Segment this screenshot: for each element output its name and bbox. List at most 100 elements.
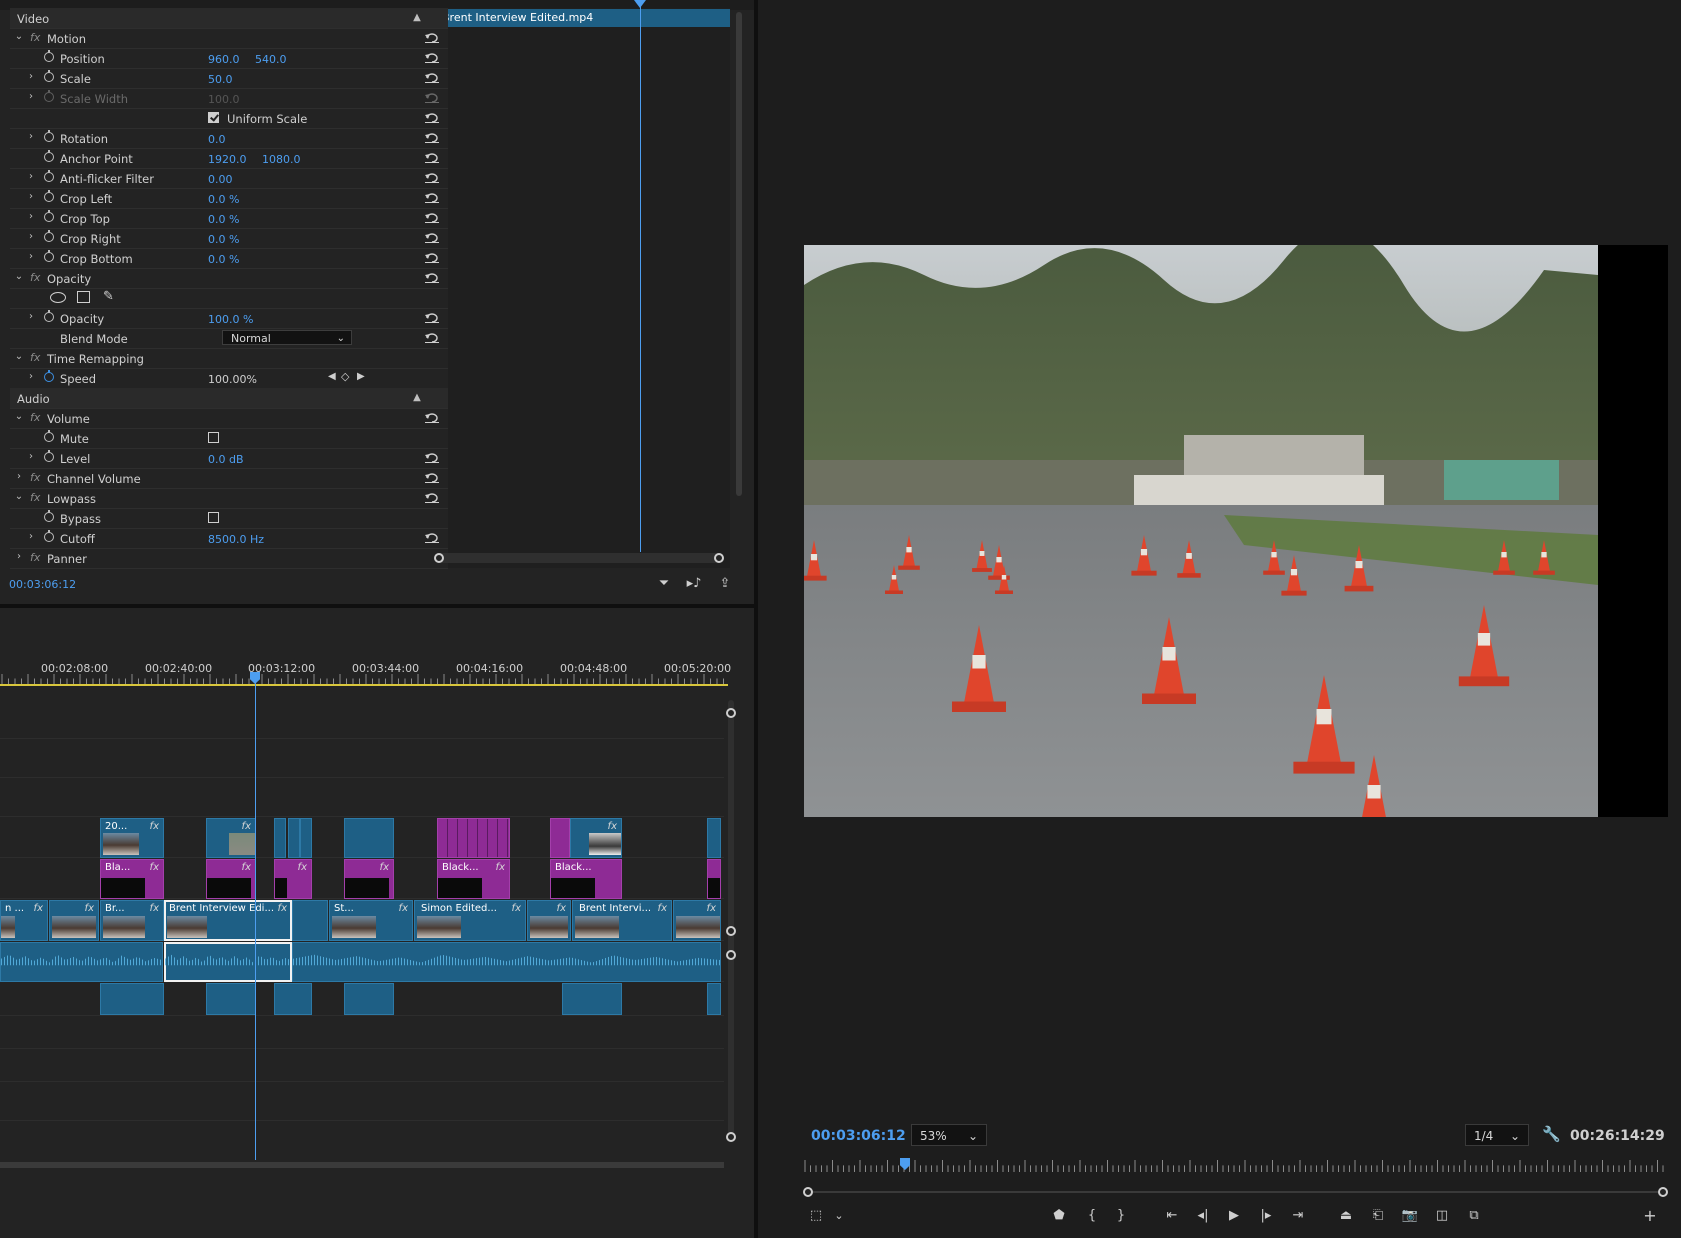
effect-motion[interactable]: ⌄ fx Motion: [10, 28, 448, 49]
timeline-audio-clip[interactable]: [274, 983, 312, 1015]
reset-icon[interactable]: [425, 152, 439, 163]
reset-icon[interactable]: [425, 172, 439, 183]
zoom-start-handle[interactable]: [803, 1187, 813, 1197]
timeline-audio-clip[interactable]: [292, 942, 721, 982]
reset-icon[interactable]: [425, 72, 439, 83]
timeline-audio-clip[interactable]: [344, 983, 394, 1015]
timeline-clip-v1[interactable]: Brent Intervi... fx: [572, 900, 672, 941]
stopwatch-icon[interactable]: [44, 150, 54, 162]
timeline-clip-v1[interactable]: Br... fx: [100, 900, 164, 941]
reset-icon[interactable]: [425, 412, 439, 423]
timeline-clip-v2-graphic[interactable]: [707, 859, 721, 899]
reset-icon[interactable]: [425, 532, 439, 543]
chevron-down-icon[interactable]: ⌄: [14, 352, 24, 362]
chevron-right-icon[interactable]: ›: [26, 132, 36, 142]
go-to-in-icon[interactable]: ⇤: [1162, 1208, 1182, 1224]
collapse-up-icon[interactable]: ▲: [412, 13, 422, 23]
lift-icon[interactable]: ⏏: [1336, 1208, 1356, 1224]
anchor-y-value[interactable]: 1080.0: [262, 153, 301, 166]
effect-controls-timecode[interactable]: 00:03:06:12: [9, 578, 76, 591]
reset-icon[interactable]: [425, 212, 439, 223]
timeline-clip-v3[interactable]: 20... fx: [100, 818, 164, 858]
scale-value[interactable]: 50.0: [208, 73, 233, 86]
comparison-view-icon[interactable]: ◫: [1432, 1208, 1452, 1224]
reset-icon[interactable]: [425, 232, 439, 243]
go-to-out-icon[interactable]: ⇥: [1288, 1208, 1308, 1224]
fx-icon[interactable]: fx: [30, 271, 40, 284]
scroll-handle-mid[interactable]: [726, 926, 736, 936]
fx-icon[interactable]: fx: [30, 491, 40, 504]
reset-icon[interactable]: [425, 472, 439, 483]
program-time-ruler[interactable]: [803, 1160, 1668, 1172]
reset-icon[interactable]: [425, 332, 439, 343]
crop-right-value[interactable]: 0.0 %: [208, 233, 239, 246]
stopwatch-icon[interactable]: [44, 70, 54, 82]
effect-opacity[interactable]: ⌄ fx Opacity: [10, 268, 448, 289]
reset-icon[interactable]: [425, 492, 439, 503]
mark-in-icon[interactable]: {: [1082, 1208, 1102, 1224]
chevron-down-icon[interactable]: ⌄: [14, 492, 24, 502]
filter-icon[interactable]: ⏷: [656, 576, 672, 592]
export-icon[interactable]: ⇪: [717, 576, 733, 592]
opacity-value[interactable]: 100.0 %: [208, 313, 253, 326]
timeline-clip-v1[interactable]: n ... fx: [0, 900, 48, 941]
timeline-clip-v3-graphic[interactable]: [437, 818, 510, 858]
program-zoom-scroll-bar[interactable]: [803, 1186, 1668, 1198]
timeline-audio-clip-selected[interactable]: [164, 942, 292, 982]
level-value[interactable]: 0.0 dB: [208, 453, 244, 466]
chevron-right-icon[interactable]: ›: [26, 92, 36, 102]
position-x-value[interactable]: 960.0: [208, 53, 240, 66]
reset-icon[interactable]: [425, 452, 439, 463]
collapse-up-icon[interactable]: ▲: [412, 393, 422, 403]
ellipse-mask-icon[interactable]: [50, 292, 66, 303]
zoom-start-handle[interactable]: [434, 553, 444, 563]
play-audio-icon[interactable]: ▸♪: [686, 576, 702, 592]
fx-icon[interactable]: fx: [30, 411, 40, 424]
chevron-right-icon[interactable]: ›: [26, 452, 36, 462]
uniform-scale-checkbox[interactable]: [208, 112, 219, 123]
timeline-clip-v1[interactable]: fx: [49, 900, 99, 941]
timeline-clip-v1[interactable]: [292, 900, 328, 941]
stopwatch-icon[interactable]: [44, 170, 54, 182]
stopwatch-icon[interactable]: [44, 310, 54, 322]
fx-icon[interactable]: fx: [30, 551, 40, 564]
reset-icon[interactable]: [425, 132, 439, 143]
timeline-audio-clip[interactable]: [206, 983, 256, 1015]
timeline-vertical-scrollbar[interactable]: [726, 700, 736, 1142]
play-icon[interactable]: ▶: [1224, 1208, 1244, 1224]
timeline-clip-v2-graphic[interactable]: fx: [206, 859, 256, 899]
reset-icon[interactable]: [425, 252, 439, 263]
timeline-clip-v3[interactable]: [344, 818, 394, 858]
timeline-horizontal-scrollbar[interactable]: [0, 1162, 724, 1168]
next-keyframe-icon[interactable]: ▶: [357, 371, 365, 382]
effect-controls-playhead-icon[interactable]: [634, 0, 646, 8]
stopwatch-icon[interactable]: [44, 210, 54, 222]
timeline-clip-v3[interactable]: [288, 818, 300, 858]
timeline-clip-v1[interactable]: St... fx: [329, 900, 413, 941]
crop-left-value[interactable]: 0.0 %: [208, 193, 239, 206]
chevron-down-icon[interactable]: ⌄: [14, 272, 24, 282]
step-forward-icon[interactable]: |▸: [1256, 1208, 1276, 1224]
stopwatch-icon[interactable]: [44, 230, 54, 242]
wrench-settings-icon[interactable]: 🔧: [1542, 1125, 1561, 1143]
reset-icon[interactable]: [425, 112, 439, 123]
reset-icon[interactable]: [425, 52, 439, 63]
section-video-header[interactable]: Video ▲: [10, 8, 448, 29]
stopwatch-icon[interactable]: [44, 430, 54, 442]
zoom-level-select[interactable]: 53% ⌄: [911, 1124, 987, 1146]
scroll-handle-mid2[interactable]: [726, 950, 736, 960]
timeline-clip-v3[interactable]: [300, 818, 312, 858]
previous-keyframe-icon[interactable]: ◀: [328, 371, 336, 382]
settings-chevron-down-icon[interactable]: ⌄: [829, 1208, 849, 1224]
add-button-plus-icon[interactable]: +: [1640, 1208, 1660, 1224]
chevron-down-icon[interactable]: ⌄: [14, 32, 24, 42]
rotation-value[interactable]: 0.0: [208, 133, 226, 146]
chevron-down-icon[interactable]: ⌄: [14, 412, 24, 422]
timeline-clip-v2-graphic[interactable]: Bla... fx: [100, 859, 164, 899]
effect-lowpass[interactable]: ⌄ fx Lowpass: [10, 488, 448, 509]
stopwatch-icon[interactable]: [44, 510, 54, 522]
timeline-clip-v2-graphic[interactable]: Black... fx: [437, 859, 510, 899]
stopwatch-icon[interactable]: [44, 250, 54, 262]
crop-top-value[interactable]: 0.0 %: [208, 213, 239, 226]
reset-icon[interactable]: [425, 312, 439, 323]
